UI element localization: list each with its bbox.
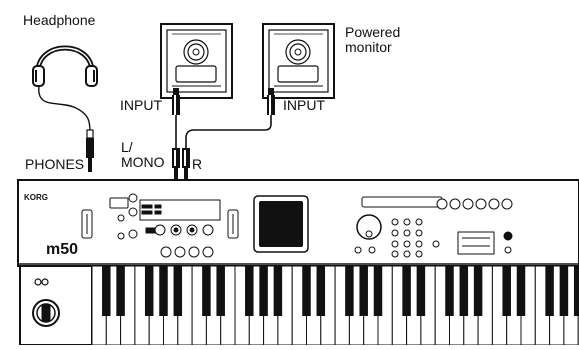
- powered-monitor-label: Powered monitor: [345, 24, 401, 55]
- right-monitor-icon: [262, 23, 335, 99]
- cables: [175, 115, 272, 148]
- black-key: [316, 266, 326, 316]
- keyboard-brand: KORG: [24, 193, 48, 202]
- r-plug: [182, 148, 190, 182]
- black-key: [173, 266, 183, 316]
- svg-text:m50: m50: [46, 241, 78, 258]
- piano-keys: [91, 265, 579, 346]
- black-key: [559, 266, 569, 316]
- black-key: [144, 266, 154, 316]
- black-key: [116, 266, 125, 316]
- keyboard-model-logo: m50: [46, 241, 78, 258]
- black-key: [159, 266, 168, 316]
- l-mono-plug: [172, 148, 180, 182]
- black-key: [359, 266, 368, 316]
- left-input-plug: [172, 88, 180, 115]
- connection-diagram: KORG m50 Headphone Powered monitor INPUT…: [0, 0, 579, 346]
- black-key: [473, 266, 483, 316]
- black-key: [273, 266, 283, 316]
- input-right-label: INPUT: [283, 97, 325, 113]
- black-key: [545, 266, 554, 316]
- black-key: [573, 266, 579, 316]
- black-key: [302, 266, 311, 316]
- black-key: [102, 266, 111, 316]
- phones-label: PHONES: [25, 156, 85, 172]
- black-key: [216, 266, 225, 316]
- display-screen: [253, 195, 309, 253]
- black-key: [245, 266, 254, 316]
- right-input-plug: [267, 88, 275, 115]
- black-key: [502, 266, 511, 316]
- black-key: [516, 266, 526, 316]
- joystick-panel: [19, 265, 93, 346]
- black-key: [259, 266, 268, 316]
- svg-text:KORG: KORG: [24, 193, 48, 202]
- headphone-icon: [32, 45, 98, 133]
- headphone-label: Headphone: [23, 12, 96, 28]
- l-mono-label: L/ MONO: [121, 139, 165, 170]
- diagram-canvas: KORG m50: [17, 23, 579, 346]
- black-key: [345, 266, 354, 316]
- r-label: R: [192, 156, 203, 172]
- headphone-plug: [86, 129, 94, 172]
- black-key: [416, 266, 426, 316]
- black-key: [202, 266, 211, 316]
- black-key: [445, 266, 454, 316]
- black-key: [373, 266, 383, 316]
- black-key: [459, 266, 469, 316]
- left-monitor-icon: [160, 23, 233, 99]
- input-left-label: INPUT: [120, 97, 162, 113]
- black-key: [402, 266, 411, 316]
